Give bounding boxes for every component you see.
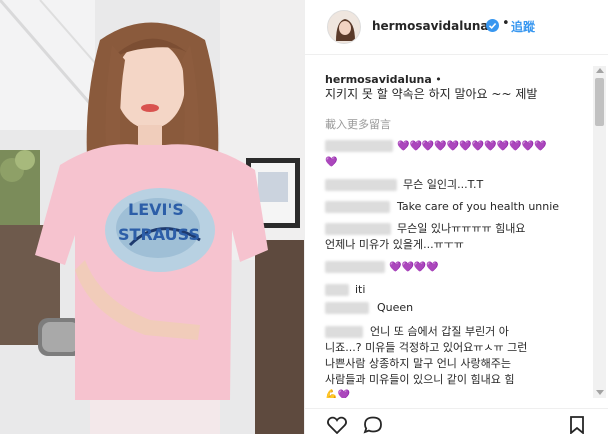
post-side-panel: hermosavidaluna • 追蹤 hermosavidaluna • 지… xyxy=(304,0,608,434)
scroll-up-arrow-icon[interactable] xyxy=(596,68,604,73)
post-photo[interactable]: LEVI'S STRAUSS xyxy=(0,0,304,434)
author-username[interactable]: hermosavidaluna xyxy=(372,19,489,33)
post-header: hermosavidaluna • 追蹤 xyxy=(305,0,608,55)
scroll-down-arrow-icon[interactable] xyxy=(596,390,604,395)
avatar-image xyxy=(328,11,360,43)
verified-badge-icon xyxy=(486,19,499,32)
comment-text-line2: 니죠...? 미유들 걱정하고 있어요ㅠㅅㅠ 그런 xyxy=(325,341,528,354)
comment-text: Queen xyxy=(377,301,414,314)
comment-username[interactable] xyxy=(325,326,363,338)
comment-text-wrap: 💜 xyxy=(325,157,338,168)
comment-text: iti xyxy=(355,283,366,296)
svg-text:STRAUSS: STRAUSS xyxy=(118,225,200,244)
comment-text: 무슨일 있나ㅠㅠㅠㅠ 힘내요 xyxy=(397,222,526,235)
comment-text: 💜💜💜💜 xyxy=(389,262,439,273)
svg-text:LEVI'S: LEVI'S xyxy=(128,200,184,219)
comment-text-line2: 언제나 미유가 있을게...ㅠㅜㅠ xyxy=(325,238,464,251)
comment-text-line3: 나쁜사람 상종하지 말구 언니 사랑해주는 xyxy=(325,357,512,370)
comment-username[interactable] xyxy=(325,201,390,213)
follow-button[interactable]: 追蹤 xyxy=(511,18,535,35)
comment-username[interactable] xyxy=(325,140,393,152)
comment-text: 💜💜💜💜💜💜💜💜💜💜💜💜 xyxy=(397,141,547,152)
scrollbar-thumb[interactable] xyxy=(595,78,604,126)
post-photo-image: LEVI'S STRAUSS xyxy=(0,0,304,434)
bookmark-icon[interactable] xyxy=(569,416,585,434)
heart-icon[interactable] xyxy=(327,416,347,434)
comment-username[interactable] xyxy=(325,261,385,273)
comment-username[interactable] xyxy=(325,223,391,235)
load-more-comments[interactable]: 載入更多留言 xyxy=(325,116,391,132)
post-actions-bar xyxy=(305,408,608,434)
comment-username[interactable] xyxy=(325,284,349,296)
caption-author: hermosavidaluna • xyxy=(325,72,442,87)
separator-dot: • xyxy=(431,73,442,86)
caption-text: 지키지 못 할 약속은 하지 말아요 ~~ 제발 xyxy=(325,87,538,101)
comment-text: 무슨 일인긔...T.T xyxy=(403,178,484,191)
comments-list[interactable]: hermosavidaluna • 지키지 못 할 약속은 하지 말아요 ~~ … xyxy=(305,56,593,398)
comment-icon[interactable] xyxy=(363,416,383,434)
comment-text: Take care of you health unnie xyxy=(397,200,560,213)
comment-username[interactable] xyxy=(325,179,397,191)
comment-text: 언니 또 슴에서 갑질 부린거 아 xyxy=(370,325,509,338)
comment-username[interactable] xyxy=(325,302,369,314)
comment-text-line5: 💪💜 xyxy=(325,390,350,398)
caption-username[interactable]: hermosavidaluna xyxy=(325,73,432,86)
separator-dot: • xyxy=(502,16,510,31)
comment-text-line4: 사람들과 미유들이 있으니 같이 힘내요 힘 xyxy=(325,373,515,386)
comments-scrollbar[interactable] xyxy=(593,66,606,398)
author-avatar[interactable] xyxy=(327,10,361,44)
